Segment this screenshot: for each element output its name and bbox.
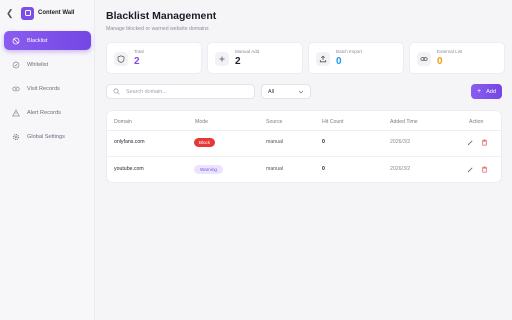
check-circle-icon	[12, 61, 20, 69]
mode-badge-block: Block	[194, 138, 215, 147]
sidebar-item-label: Alert Records	[27, 109, 61, 116]
link-icon	[417, 52, 431, 66]
upload-icon	[316, 52, 330, 66]
filter-value: All	[268, 88, 274, 95]
column-header-domain: Domain	[114, 119, 132, 125]
page-title: Blacklist Management	[106, 10, 217, 22]
warning-icon	[12, 108, 20, 117]
edit-icon[interactable]	[466, 165, 474, 173]
chevron-left-icon[interactable]: ❮	[6, 8, 18, 19]
add-domain-button[interactable]: + Add	[471, 84, 502, 99]
brand-logo-icon	[21, 6, 34, 20]
blacklist-table: Domain Mode Source Hit Count Added Time …	[106, 110, 502, 183]
brand-header: ❮ Content Wall	[0, 0, 94, 26]
stat-value: 2	[235, 56, 241, 67]
stat-label: Total	[134, 49, 144, 54]
stat-label: Batch Import	[336, 49, 363, 54]
stat-label: Manual Add	[235, 49, 260, 54]
column-header-added-time: Added Time	[390, 119, 418, 125]
chevron-down-icon	[298, 90, 304, 93]
mode-filter-select[interactable]: All	[261, 84, 311, 99]
column-header-mode: Mode	[195, 119, 208, 125]
stat-label: External List	[437, 49, 463, 54]
sidebar-item-blacklist[interactable]: Blacklist	[4, 31, 91, 50]
search-input[interactable]	[126, 88, 246, 95]
page-subtitle: Manage blocked or warned website domains	[106, 26, 209, 32]
edit-icon[interactable]	[466, 138, 474, 146]
hit-count-cell: 0	[322, 166, 325, 172]
stat-value: 2	[134, 56, 140, 67]
row-divider	[107, 156, 501, 157]
add-label: Add	[486, 88, 497, 95]
source-cell: manual	[266, 139, 284, 145]
sidebar-item-label: Blacklist	[27, 37, 48, 44]
plus-icon	[215, 52, 229, 66]
plus-icon: +	[476, 88, 482, 95]
main-content: Blacklist Management Manage blocked or w…	[95, 0, 512, 320]
mode-badge-warning: Warning	[194, 165, 223, 174]
delete-icon[interactable]	[480, 138, 488, 146]
stat-card-total: Total 2	[106, 42, 202, 74]
stat-card-manual-add: Manual Add 2	[207, 42, 303, 74]
block-icon	[12, 37, 20, 45]
shield-icon	[114, 52, 128, 66]
sidebar-item-label: Visit Records	[27, 85, 60, 92]
sidebar-item-alert-records[interactable]: Alert Records	[4, 103, 91, 122]
hit-count-cell: 0	[322, 139, 325, 145]
delete-icon[interactable]	[480, 165, 488, 173]
column-header-hit-count: Hit Count	[322, 119, 344, 125]
added-time-cell: 2026/3/2	[390, 139, 411, 145]
search-box	[106, 84, 255, 99]
stat-value: 0	[437, 56, 443, 67]
stat-card-external-list: External List 0	[409, 42, 505, 74]
eye-icon	[12, 85, 20, 93]
sidebar-item-label: Whitelist	[27, 61, 49, 68]
domain-cell: onlyfans.com	[114, 139, 145, 145]
stat-value: 0	[336, 56, 342, 67]
row-divider	[107, 130, 501, 131]
sidebar: ❮ Content Wall Blacklist Whitelist Visit…	[0, 0, 95, 320]
column-header-source: Source	[266, 119, 283, 125]
gear-icon	[12, 133, 20, 141]
domain-cell: youtube.com	[114, 166, 144, 172]
sidebar-item-label: Global Settings	[27, 133, 65, 140]
search-icon	[113, 88, 120, 95]
sidebar-item-visit-records[interactable]: Visit Records	[4, 79, 91, 98]
brand-name: Content Wall	[38, 10, 75, 16]
sidebar-item-whitelist[interactable]: Whitelist	[4, 55, 91, 74]
source-cell: manual	[266, 166, 284, 172]
stat-card-batch-import: Batch Import 0	[308, 42, 404, 74]
added-time-cell: 2026/3/2	[390, 166, 411, 172]
sidebar-item-global-settings[interactable]: Global Settings	[4, 127, 91, 146]
column-header-action: Action	[469, 119, 484, 125]
